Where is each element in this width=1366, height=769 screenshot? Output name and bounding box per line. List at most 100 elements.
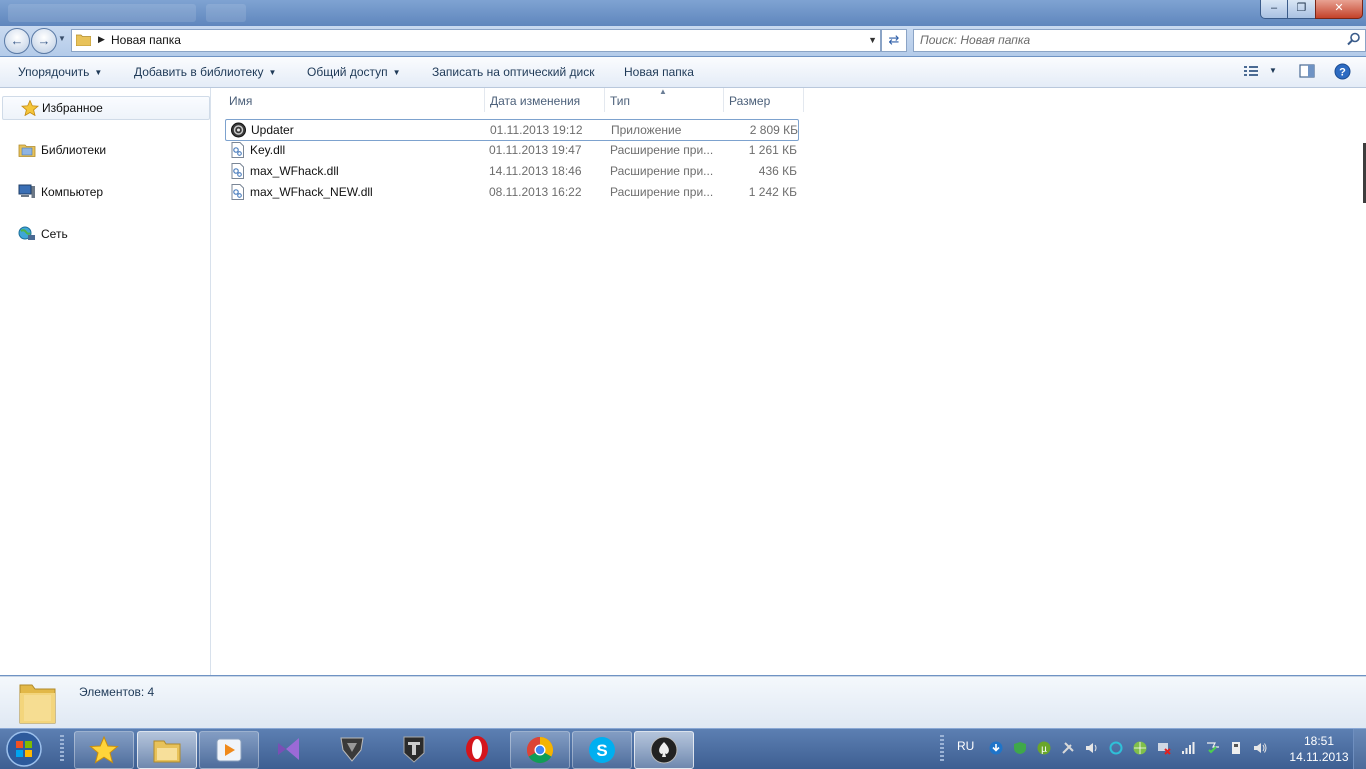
column-header-date[interactable]: Дата изменения: [484, 88, 604, 112]
column-divider[interactable]: [803, 88, 804, 112]
svg-text:?: ?: [1339, 67, 1346, 79]
search-input[interactable]: [920, 32, 1330, 48]
svg-text:S: S: [596, 741, 607, 760]
taskbar-explorer[interactable]: [137, 731, 197, 769]
file-size: 2 809 КБ: [749, 123, 798, 137]
view-dropdown-icon[interactable]: ▼: [1269, 66, 1277, 75]
visual-studio-icon: [278, 738, 299, 760]
file-name: max_WFhack.dll: [250, 164, 339, 178]
tools-icon[interactable]: [1061, 741, 1075, 755]
taskbar-poker[interactable]: [634, 731, 694, 769]
dll-icon: [231, 184, 244, 200]
help-icon[interactable]: ?: [1334, 63, 1351, 80]
dll-icon: [231, 142, 244, 158]
nav-item-favorites[interactable]: Избранное: [2, 96, 210, 120]
search-box[interactable]: [913, 29, 1366, 52]
file-name: Updater: [251, 123, 294, 137]
taskbar-media-player[interactable]: [199, 731, 259, 769]
star-app-icon: [89, 736, 119, 764]
transformers-icon: [340, 737, 364, 762]
download-icon[interactable]: [989, 741, 1003, 755]
safely-remove-icon[interactable]: [1229, 741, 1243, 755]
file-row[interactable]: max_WFhack_NEW.dll 08.11.2013 16:22 Расш…: [225, 182, 813, 202]
nav-label: Библиотеки: [41, 143, 107, 157]
taskbar-world-of-tanks[interactable]: [385, 731, 443, 767]
speaker-icon[interactable]: [1085, 741, 1099, 755]
file-type: Приложение: [611, 123, 682, 137]
taskbar-visual-studio[interactable]: [261, 731, 319, 767]
language-indicator[interactable]: RU: [957, 739, 974, 753]
nav-label: Компьютер: [41, 185, 104, 199]
file-row[interactable]: Key.dll 01.11.2013 19:47 Расширение при.…: [225, 140, 813, 160]
taskbar-grip[interactable]: [60, 735, 64, 763]
organize-label: Упорядочить: [18, 65, 90, 79]
breadcrumb-current[interactable]: Новая папка: [111, 33, 181, 47]
explorer-icon: [153, 740, 181, 763]
file-type: Расширение при...: [610, 143, 714, 157]
burn-button[interactable]: Записать на оптический диск: [432, 65, 595, 79]
file-name: max_WFhack_NEW.dll: [250, 185, 373, 199]
back-button[interactable]: ←: [4, 28, 30, 54]
start-button[interactable]: [2, 730, 46, 768]
tray-grip[interactable]: [940, 735, 944, 763]
recent-pages-dropdown[interactable]: ▼: [58, 34, 66, 43]
folder-icon: [19, 684, 56, 724]
file-row[interactable]: max_WFhack.dll 14.11.2013 18:46 Расширен…: [225, 161, 813, 181]
item-count: Элементов: 4: [79, 685, 155, 699]
details-pane: Элементов: 4: [0, 676, 1366, 729]
taskbar: S RU µ 18:51 14.11.2013: [0, 728, 1366, 769]
refresh-button[interactable]: ⇄: [881, 29, 907, 52]
signal-icon[interactable]: [1181, 741, 1195, 755]
file-size: 1 261 КБ: [748, 143, 797, 157]
torrent-icon[interactable]: µ: [1037, 741, 1051, 755]
file-date: 08.11.2013 16:22: [489, 185, 582, 199]
file-date: 01.11.2013 19:47: [489, 143, 582, 157]
update-shield-icon[interactable]: [1013, 741, 1027, 755]
clock-time: 18:51: [1303, 734, 1335, 748]
system-clock[interactable]: 18:51 14.11.2013: [1284, 733, 1354, 765]
add-to-library-button[interactable]: Добавить в библиотеку ▼: [134, 65, 276, 79]
taskbar-chrome[interactable]: [510, 731, 570, 769]
file-row[interactable]: Updater 01.11.2013 19:12 Приложение 2 80…: [225, 119, 799, 141]
breadcrumb-arrow-icon[interactable]: ▶: [98, 34, 105, 45]
taskbar-transformers[interactable]: [323, 731, 381, 767]
maximize-button[interactable]: ❐: [1287, 0, 1316, 19]
taskbar-opera[interactable]: [448, 731, 506, 767]
close-button[interactable]: ✕: [1315, 0, 1363, 19]
taskbar-skype[interactable]: S: [572, 731, 632, 769]
share-button[interactable]: Общий доступ ▼: [307, 65, 401, 79]
minimize-button[interactable]: ‒: [1260, 0, 1288, 19]
column-header-size[interactable]: Размер: [723, 88, 803, 112]
svg-text:µ: µ: [1041, 744, 1047, 755]
address-dropdown-icon[interactable]: ▼: [868, 35, 877, 45]
globe-icon[interactable]: [1133, 741, 1147, 755]
world-of-tanks-icon: [403, 736, 425, 763]
view-options-icon[interactable]: [1243, 64, 1259, 78]
opera-icon: [466, 736, 488, 762]
file-date: 14.11.2013 18:46: [489, 164, 582, 178]
preview-pane-icon[interactable]: [1299, 64, 1315, 78]
sync-icon[interactable]: [1109, 741, 1123, 755]
dll-icon: [231, 163, 244, 179]
organize-button[interactable]: Упорядочить ▼: [18, 65, 102, 79]
chevron-down-icon: ▼: [392, 68, 401, 77]
column-label: Дата изменения: [490, 94, 581, 108]
show-desktop-button[interactable]: [1353, 729, 1366, 769]
volume-icon[interactable]: [1253, 741, 1267, 755]
action-center-icon[interactable]: [1205, 741, 1219, 755]
forward-button[interactable]: →: [31, 28, 57, 54]
column-header-name[interactable]: Имя: [223, 88, 483, 112]
network-error-icon[interactable]: [1157, 741, 1171, 755]
column-label: Имя: [229, 94, 253, 108]
address-bar: ← → ▼ ▶ Новая папка ▼ ⇄: [0, 26, 1366, 56]
file-size: 436 КБ: [758, 164, 797, 178]
app-icon: [231, 122, 246, 138]
taskbar-star-app[interactable]: [74, 731, 134, 769]
new-folder-button[interactable]: Новая папка: [624, 65, 694, 79]
star-icon: [21, 100, 39, 116]
search-icon[interactable]: [1347, 32, 1361, 46]
nav-label: Сеть: [41, 227, 68, 241]
folder-icon: [76, 34, 91, 46]
address-box[interactable]: ▶ Новая папка ▼: [71, 29, 881, 52]
file-type: Расширение при...: [610, 164, 714, 178]
